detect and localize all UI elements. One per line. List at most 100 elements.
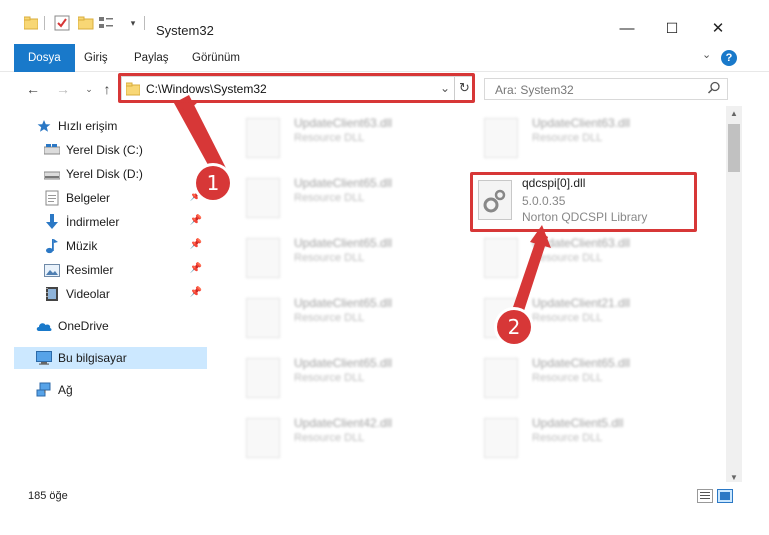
pin-icon[interactable]: 📌 <box>190 287 202 298</box>
file-name: UpdateClient63.dll <box>532 116 631 130</box>
pin-icon[interactable]: 📌 <box>190 215 202 226</box>
file-name: UpdateClient21.dll <box>532 296 631 310</box>
sidebar-item-quick-access[interactable]: Hızlı erişim <box>36 115 206 137</box>
back-button[interactable]: ← <box>24 80 42 98</box>
music-icon <box>44 238 60 254</box>
navigation-pane: Hızlı erişim Yerel Disk (C:) Yerel Disk … <box>0 106 210 480</box>
recent-locations-icon[interactable]: ⌄ <box>80 80 98 98</box>
sidebar-item-label: Resimler <box>66 263 114 277</box>
sidebar-item-label: Yerel Disk (D:) <box>66 167 143 181</box>
file-description: Resource DLL <box>532 252 603 264</box>
drive-icon <box>44 166 60 182</box>
up-button[interactable]: ↑ <box>98 80 116 98</box>
sidebar-item-downloads[interactable]: İndirmeler 📌 <box>44 211 206 233</box>
dll-file-icon <box>484 238 518 278</box>
tab-home[interactable]: Giriş <box>84 44 108 72</box>
video-icon <box>44 286 60 302</box>
step-badge-2: 2 <box>497 310 531 344</box>
sidebar-item-pictures[interactable]: Resimler 📌 <box>44 259 206 281</box>
sidebar-item-documents[interactable]: Belgeler 📌 <box>44 187 206 209</box>
tab-file[interactable]: Dosya <box>14 44 75 72</box>
list-item[interactable]: UpdateClient65.dll Resource DLL <box>226 288 454 342</box>
file-description: Resource DLL <box>294 252 365 264</box>
address-highlight <box>118 73 475 103</box>
file-description: Resource DLL <box>532 372 603 384</box>
file-name: UpdateClient63.dll <box>532 236 631 250</box>
properties-icon[interactable] <box>54 14 70 32</box>
file-name: UpdateClient5.dll <box>532 416 624 430</box>
list-item[interactable]: UpdateClient63.dll Resource DLL <box>226 108 454 162</box>
sidebar-item-drive-d[interactable]: Yerel Disk (D:) <box>44 163 206 185</box>
dll-file-icon <box>246 118 280 158</box>
file-list: UpdateClient63.dll Resource DLL UpdateCl… <box>214 106 722 480</box>
sidebar-item-label: Müzik <box>66 239 98 253</box>
sidebar-item-label: Belgeler <box>66 191 111 205</box>
sidebar-item-onedrive[interactable]: OneDrive <box>36 315 206 337</box>
dll-file-icon <box>246 418 280 458</box>
separator <box>44 14 46 32</box>
pictures-icon <box>44 262 60 278</box>
expand-ribbon-icon[interactable]: ⌄ <box>702 48 711 61</box>
sidebar-item-label: Videolar <box>66 287 110 301</box>
item-count: 185 öğe <box>28 490 68 502</box>
sidebar-item-label: OneDrive <box>58 319 109 333</box>
sidebar-item-label: Bu bilgisayar <box>58 351 127 365</box>
sidebar-item-music[interactable]: Müzik 📌 <box>44 235 206 257</box>
file-highlight <box>470 172 697 232</box>
file-description: Resource DLL <box>294 372 365 384</box>
minimize-button[interactable]: — <box>612 14 642 42</box>
list-item[interactable]: UpdateClient65.dll Resource DLL <box>226 228 454 282</box>
dll-file-icon <box>246 358 280 398</box>
pin-icon[interactable]: 📌 <box>190 263 202 274</box>
ribbon: Dosya Giriş Paylaş Görünüm ⌄ <box>0 44 769 72</box>
forward-button[interactable]: → <box>54 80 72 98</box>
scroll-up-icon[interactable]: ▲ <box>728 108 740 120</box>
close-button[interactable]: ✕ <box>703 14 733 42</box>
tab-view[interactable]: Görünüm <box>192 44 240 72</box>
dll-file-icon <box>246 238 280 278</box>
sidebar-item-videos[interactable]: Videolar 📌 <box>44 283 206 305</box>
sidebar-item-label: Ağ <box>58 383 73 397</box>
help-icon[interactable]: ? <box>721 50 737 66</box>
view-options-icon[interactable] <box>98 14 114 32</box>
sidebar-item-this-pc[interactable]: Bu bilgisayar <box>14 347 207 369</box>
pin-icon[interactable]: 📌 <box>190 239 202 250</box>
search-input[interactable]: Ara: System32 <box>484 78 728 100</box>
window-title: System32 <box>156 23 214 38</box>
cloud-icon <box>36 318 52 334</box>
sidebar-item-network[interactable]: Ağ <box>36 379 206 401</box>
list-item[interactable]: UpdateClient65.dll Resource DLL <box>226 168 454 222</box>
maximize-button[interactable]: ☐ <box>657 14 687 42</box>
network-icon <box>36 382 52 398</box>
list-item[interactable]: UpdateClient65.dll Resource DLL <box>226 348 454 402</box>
list-item[interactable]: UpdateClient63.dll Resource DLL <box>464 108 692 162</box>
list-item[interactable]: UpdateClient65.dll Resource DLL <box>464 348 692 402</box>
download-icon <box>44 214 60 230</box>
scrollbar-thumb[interactable] <box>728 124 740 172</box>
drive-icon <box>44 142 60 158</box>
status-bar <box>0 482 769 510</box>
computer-icon <box>36 350 52 366</box>
search-placeholder: Ara: System32 <box>495 83 574 97</box>
customize-toolbar-icon[interactable]: ▾ <box>128 14 138 32</box>
list-item[interactable]: UpdateClient42.dll Resource DLL <box>226 408 454 462</box>
file-name: UpdateClient42.dll <box>294 416 393 430</box>
file-description: Resource DLL <box>294 132 365 144</box>
list-item[interactable]: UpdateClient5.dll Resource DLL <box>464 408 692 462</box>
separator <box>144 14 146 32</box>
search-icon[interactable] <box>707 81 721 98</box>
dll-file-icon <box>484 118 518 158</box>
file-description: Resource DLL <box>532 132 603 144</box>
large-icons-view-icon[interactable] <box>717 489 733 503</box>
file-description: Resource DLL <box>532 312 603 324</box>
sidebar-item-drive-c[interactable]: Yerel Disk (C:) <box>44 139 206 161</box>
tab-share[interactable]: Paylaş <box>134 44 169 72</box>
documents-icon <box>44 190 60 206</box>
list-item[interactable]: UpdateClient63.dll Resource DLL <box>464 228 692 282</box>
file-name: UpdateClient63.dll <box>294 116 393 130</box>
title-bar: ▾ System32 — ☐ ✕ <box>0 0 769 44</box>
dll-file-icon <box>246 178 280 218</box>
new-folder-icon[interactable] <box>78 14 94 32</box>
details-view-icon[interactable] <box>697 489 713 503</box>
file-description: Resource DLL <box>294 312 365 324</box>
